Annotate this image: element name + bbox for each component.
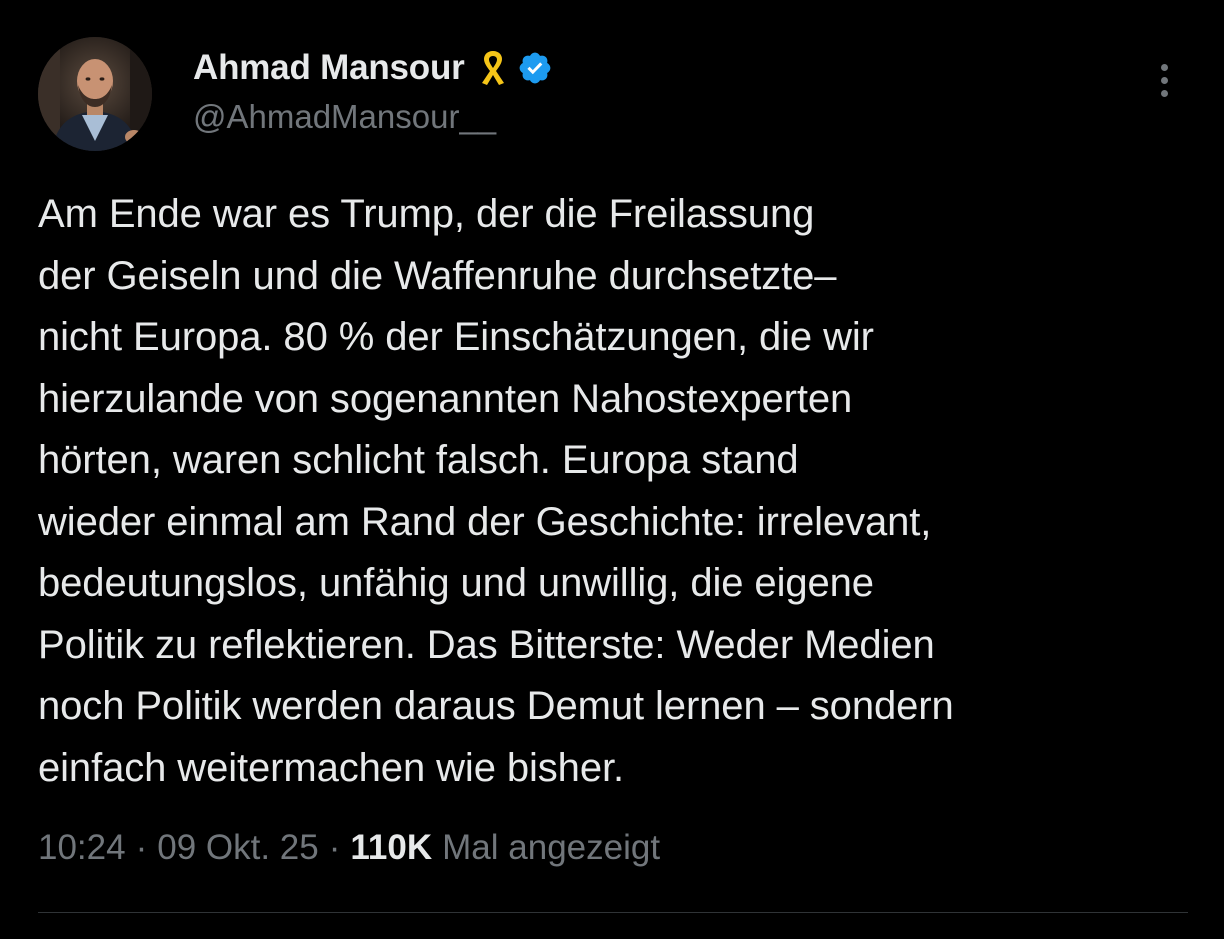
post-text-line: hierzulande von sogenannten Nahostexpert… xyxy=(38,376,853,421)
post-text-line: der Geiseln und die Waffenruhe durchsetz… xyxy=(38,253,837,298)
post-text-line: wieder einmal am Rand der Geschichte: ir… xyxy=(38,499,932,544)
yellow-ribbon-icon xyxy=(477,48,509,88)
meta-separator: · xyxy=(135,828,148,867)
meta-separator: · xyxy=(328,828,341,867)
post-text-line: einfach weitermachen wie bisher. xyxy=(38,745,624,790)
post-text: Am Ende war es Trump, der die Freilassun… xyxy=(38,184,1198,799)
post-time[interactable]: 10:24 xyxy=(38,828,126,868)
views-label: Mal angezeigt xyxy=(442,828,661,867)
divider xyxy=(38,912,1188,913)
more-vertical-icon xyxy=(1160,76,1168,84)
post-text-line: bedeutungslos, unfähig und unwillig, die… xyxy=(38,561,874,605)
post-text-line: nicht Europa. 80 % der Einschätzungen, d… xyxy=(38,315,874,359)
author-display-name[interactable]: Ahmad Mansour xyxy=(193,48,465,88)
post-date[interactable]: 09 Okt. 25 xyxy=(157,828,318,868)
more-vertical-icon xyxy=(1160,89,1168,97)
views-count[interactable]: 110K xyxy=(350,828,432,868)
verified-badge-icon[interactable] xyxy=(517,50,553,86)
post-meta: 10:24 · 09 Okt. 25 · 110K Mal angezeigt xyxy=(38,828,660,868)
author-handle[interactable]: @AhmadMansour__ xyxy=(193,98,553,136)
post-text-line: hörten, waren schlicht falsch. Europa st… xyxy=(38,438,799,482)
tweet: Ahmad Mansour @AhmadMansour__ Am Ende wa… xyxy=(0,0,1224,939)
name-row: Ahmad Mansour xyxy=(193,46,553,90)
post-text-line: noch Politik werden daraus Demut lernen … xyxy=(38,684,954,728)
post-text-line: Politik zu reflektieren. Das Bitterste: … xyxy=(38,622,935,667)
avatar[interactable] xyxy=(38,37,152,151)
more-options-button[interactable] xyxy=(1148,58,1180,102)
post-text-line: Am Ende war es Trump, der die Freilassun… xyxy=(38,192,815,236)
post-header: Ahmad Mansour @AhmadMansour__ xyxy=(193,46,553,146)
more-vertical-icon xyxy=(1160,63,1168,71)
